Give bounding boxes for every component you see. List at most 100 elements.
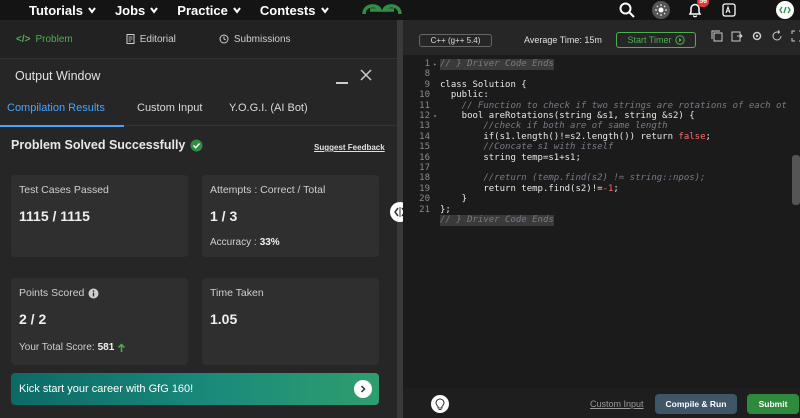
fold-marker-icon (430, 80, 440, 91)
compile-run-button[interactable]: Compile & Run (655, 394, 737, 414)
left-pane: </> Problem Editorial Submissions Output… (0, 20, 397, 418)
code-text: // } Driver Code Ends (440, 59, 554, 70)
check-circle-icon (190, 139, 203, 151)
code-line: 19 return temp.find(s2)!=-1; (403, 184, 800, 195)
total-score-row: Your Total Score: 581 (19, 342, 126, 353)
code-editor[interactable]: 1 ▸// } Driver Code Ends 8 9 class Solution … (403, 55, 800, 400)
result-status: Problem Solved Successfully (11, 138, 203, 152)
code-line: 9 class Solution { (403, 80, 800, 91)
export-icon[interactable] (731, 30, 743, 42)
fullscreen-icon[interactable] (791, 30, 800, 42)
line-number: 1 (424, 59, 430, 69)
tab-problem-label: Problem (35, 33, 73, 45)
result-status-text: Problem Solved Successfully (11, 138, 186, 152)
test-cases-label: Test Cases Passed (19, 184, 109, 196)
banner-text: Kick start your career with GfG 160! (19, 383, 194, 395)
points-label-row: Points Scored (19, 287, 99, 299)
code-text: return temp.find(s2)!=-1; (440, 183, 619, 194)
line-number (403, 215, 430, 226)
accuracy-label: Accuracy : (210, 237, 257, 248)
points-card: Points Scored 2 / 2 Your Total Score: 58… (11, 278, 188, 365)
attempts-value: 1 / 3 (210, 208, 238, 224)
code-line: 11 // Function to check if two strings a… (403, 101, 800, 112)
clock-icon (219, 34, 229, 44)
fold-marker-icon (430, 194, 440, 205)
nav-contests[interactable]: Contests (260, 3, 330, 18)
nav-practice[interactable]: Practice (177, 3, 242, 18)
code-text: //check if both are of same length (440, 121, 668, 132)
nav-jobs-label: Jobs (114, 2, 146, 18)
fold-marker-icon (430, 132, 440, 143)
code-text: //return (temp.find(s2) != string::npos)… (440, 173, 706, 184)
fold-marker-icon[interactable]: ▸ (430, 59, 440, 70)
search-icon[interactable] (618, 1, 636, 19)
editor-bottom-bar: Custom Input Compile & Run Submit (403, 388, 800, 418)
line-number: 17 (419, 163, 430, 173)
tab-custom-input[interactable]: Custom Input (137, 102, 202, 114)
minimize-icon[interactable] (336, 82, 348, 84)
reset-icon[interactable] (771, 30, 783, 42)
fold-marker-icon (430, 90, 440, 101)
notification-bell-icon[interactable]: 56 (686, 0, 709, 19)
output-window-header: Output Window (0, 62, 397, 90)
info-icon[interactable] (88, 288, 99, 299)
top-navigation: Tutorials Jobs Practice Contests 56 (0, 0, 800, 20)
tab-compilation-results[interactable]: Compilation Results (7, 102, 105, 114)
code-line: 20 } (403, 194, 800, 205)
gfg160-banner[interactable]: Kick start your career with GfG 160! (11, 373, 379, 405)
code-text: class Solution { (440, 79, 527, 90)
fold-marker-icon (430, 69, 440, 80)
fold-marker-icon (430, 173, 440, 184)
code-text: } (440, 194, 468, 205)
line-number: 15 (419, 142, 430, 153)
attempts-label: Attempts : Correct / Total (210, 184, 326, 196)
start-timer-label: Start Timer (627, 35, 672, 45)
line-number: 16 (419, 152, 430, 163)
code-brackets-icon: </> (16, 33, 31, 45)
copy-icon[interactable] (711, 30, 723, 42)
code-line: 13 //check if both are of same length (403, 121, 800, 132)
submit-label: Submit (758, 399, 788, 409)
fold-marker-icon (430, 153, 440, 164)
code-text: // } Driver Code Ends (440, 215, 554, 226)
theme-toggle-icon[interactable] (652, 1, 670, 19)
translate-icon[interactable] (720, 1, 738, 19)
settings-icon[interactable] (751, 30, 763, 42)
vertical-scrollbar[interactable] (792, 155, 800, 205)
lightbulb-icon[interactable] (431, 395, 449, 413)
line-number: 18 (419, 173, 430, 184)
nav-icon-group: 56 (618, 0, 800, 20)
fold-marker-icon (430, 215, 440, 226)
start-timer-button[interactable]: Start Timer (616, 32, 696, 48)
custom-input-link[interactable]: Custom Input (590, 399, 644, 409)
arrow-up-icon (118, 342, 126, 352)
accuracy-row: Accuracy : 33% (210, 237, 280, 248)
code-line: 15 //Concate s1 with itself (403, 142, 800, 153)
avatar[interactable] (776, 1, 794, 19)
chevron-down-icon (320, 7, 329, 14)
total-score-label: Your Total Score: (19, 342, 95, 353)
tab-submissions[interactable]: Submissions (219, 20, 291, 58)
time-taken-label: Time Taken (210, 287, 264, 299)
editor-toolbar: C++ (g++ 5.4) Average Time: 15m Start Ti… (403, 20, 800, 55)
active-tab-indicator (0, 125, 124, 127)
nav-jobs[interactable]: Jobs (115, 3, 159, 18)
chevron-right-icon[interactable] (354, 380, 372, 398)
tab-editorial[interactable]: Editorial (126, 20, 176, 58)
line-number: 9 (424, 79, 430, 90)
submit-button[interactable]: Submit (747, 394, 799, 414)
language-select[interactable]: C++ (g++ 5.4) (419, 34, 492, 47)
compile-run-label: Compile & Run (665, 399, 727, 409)
close-icon[interactable] (360, 69, 372, 81)
suggest-feedback-link[interactable]: Suggest Feedback (314, 143, 385, 152)
gfg-logo-icon[interactable] (360, 0, 404, 20)
fold-marker-icon[interactable]: ▾ (430, 111, 440, 122)
average-time: Average Time: 15m (524, 35, 602, 45)
document-icon (126, 34, 135, 44)
code-line: 1 ▸// } Driver Code Ends (403, 59, 800, 70)
nav-tutorials[interactable]: Tutorials (29, 3, 97, 18)
line-number: 12 (419, 111, 430, 121)
tab-problem[interactable]: </> Problem (16, 20, 73, 58)
tab-yogi-ai-bot[interactable]: Y.O.G.I. (AI Bot) (229, 102, 308, 114)
problem-tabs: </> Problem Editorial Submissions (0, 20, 397, 59)
